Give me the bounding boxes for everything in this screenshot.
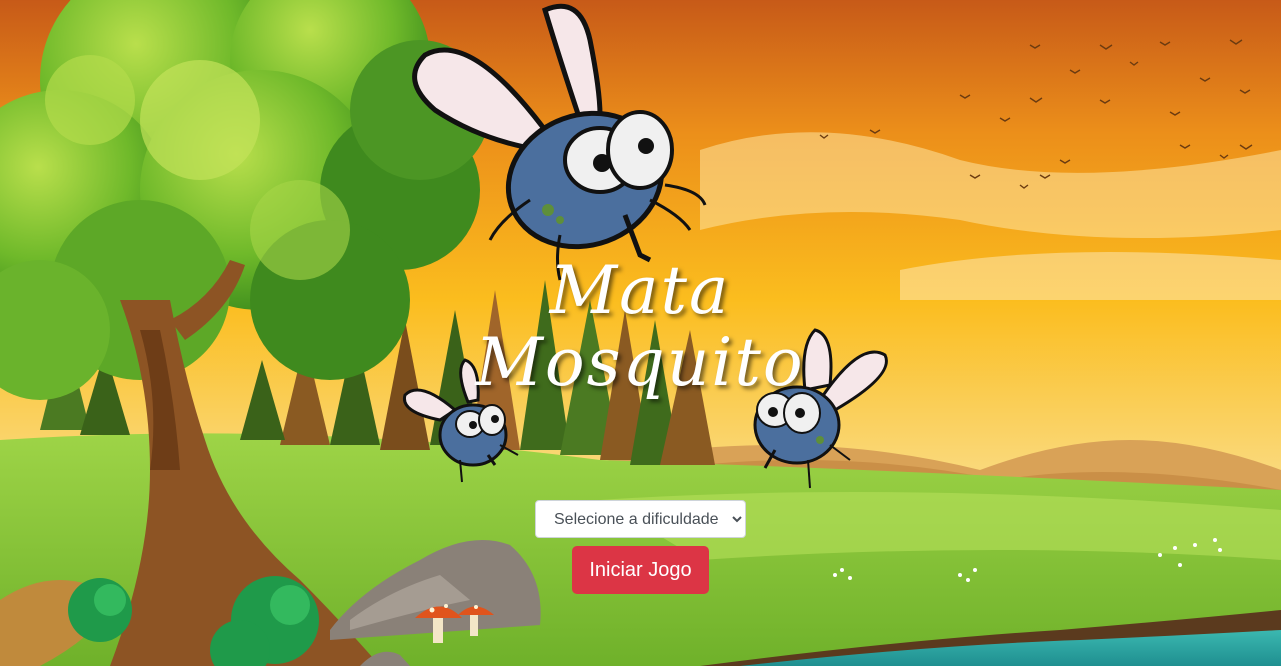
start-game-button[interactable]: Iniciar Jogo: [572, 546, 709, 594]
difficulty-select[interactable]: Selecione a dificuldade: [535, 500, 746, 538]
game-menu-screen: Mata Mosquito Selecione a dificuldade In…: [0, 0, 1281, 666]
game-title: Mata Mosquito: [440, 255, 840, 399]
title-line-2: Mosquito: [475, 324, 805, 401]
start-menu: Selecione a dificuldade Iniciar Jogo: [0, 500, 1281, 594]
title-line-1: Mata: [549, 252, 731, 329]
